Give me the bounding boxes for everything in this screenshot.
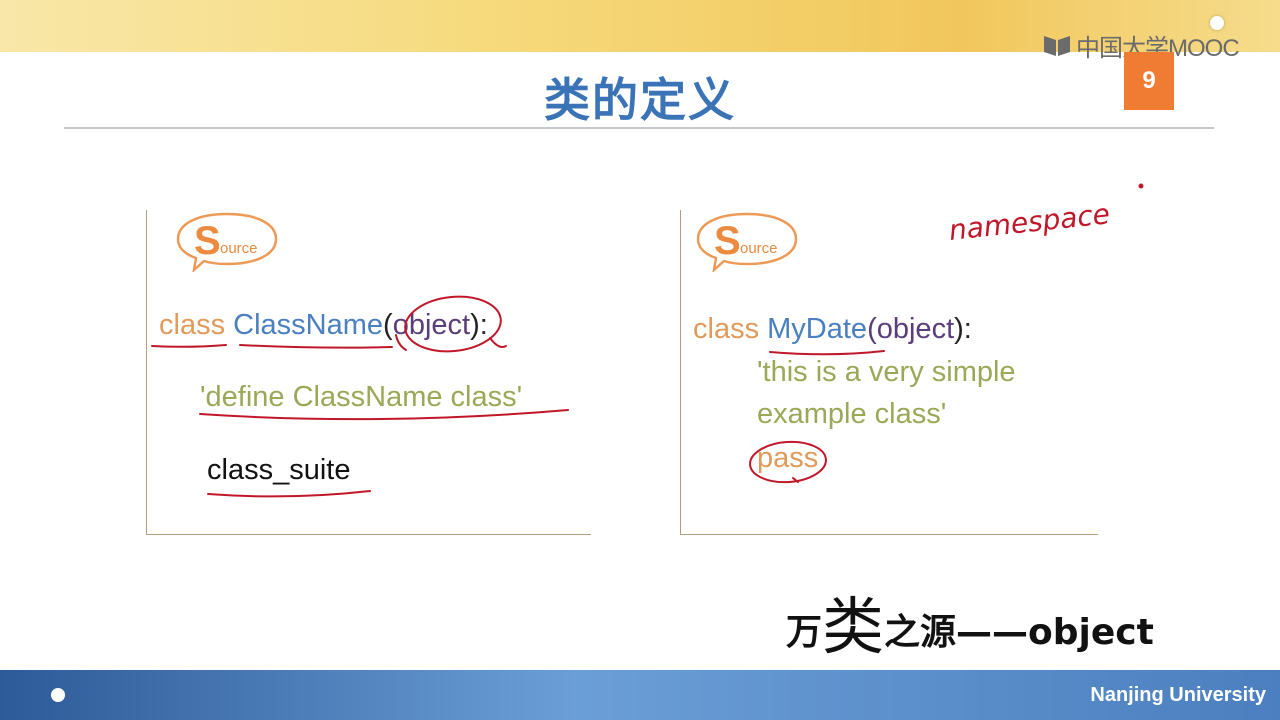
source-badge-letter: S [194,219,221,263]
book-logo-icon [1044,36,1070,56]
footer-dot-decoration [51,688,65,702]
close-paren-colon: ): [954,313,972,345]
footer-band [0,670,1280,720]
right-class-declaration: class MyDate(object): [693,315,972,344]
class-keyword: class [159,309,226,341]
source-badge-icon: S ource [696,212,798,272]
class-name: ClassName [233,309,384,341]
right-docstring-line2: example class' [757,398,947,430]
source-badge-text: ource [740,240,778,257]
title-divider [64,127,1214,129]
slogan-part2: 类 [822,590,885,663]
slide-title: 类的定义 [544,74,736,126]
open-paren: ( [383,309,393,341]
class-name: MyDate [767,313,868,345]
class-keyword: class [693,313,760,345]
source-badge-icon: S ource [176,212,278,272]
left-class-declaration: class ClassName(object): [159,311,488,340]
slogan: 万类之源——object [786,572,1154,663]
close-paren-colon: ): [470,309,488,341]
left-docstring: 'define ClassName class' [200,381,523,413]
slogan-part1: 万 [786,612,823,653]
right-pass-statement: pass [757,442,819,474]
left-class-suite: class_suite [207,454,351,486]
base-class: object [876,313,955,345]
university-name: Nanjing University [1090,684,1266,706]
slogan-part3: 之源——object [884,612,1154,653]
base-class: object [392,309,471,341]
right-docstring-line1: 'this is a very simple [757,356,1016,388]
source-badge-text: ource [220,240,258,257]
open-paren: ( [867,313,877,345]
pen-dot [1138,183,1144,189]
source-badge-letter: S [714,219,741,263]
